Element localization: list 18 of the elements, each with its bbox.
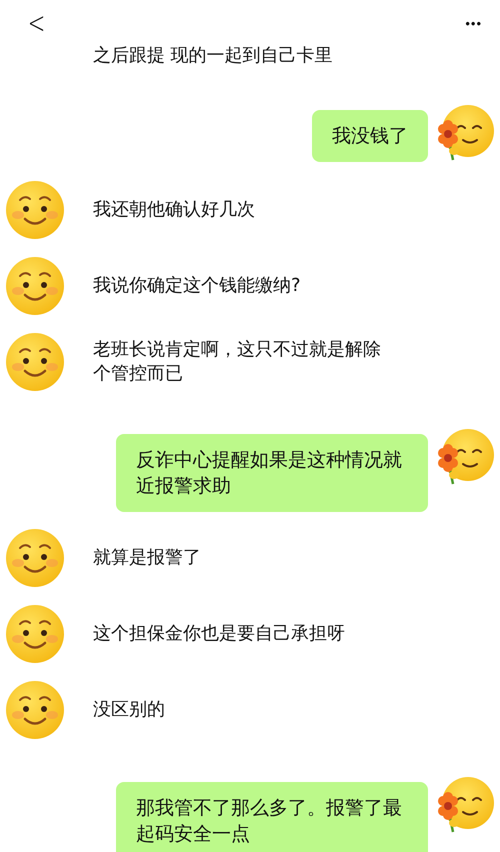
smiley-avatar: [5, 604, 65, 664]
back-button[interactable]: <: [28, 6, 46, 40]
smiley-avatar: [5, 332, 65, 392]
message-bubble: 反诈中心提醒如果是这种情况就近报警求助: [116, 434, 428, 512]
smiley-avatar: [5, 256, 65, 316]
message-text: 之后跟提 现的一起到自己卡里: [93, 44, 333, 68]
smiley-avatar: [5, 680, 65, 740]
message-bubble: 我没钱了: [312, 110, 428, 162]
message-text: 没区别的: [93, 698, 165, 722]
smiley-avatar: [5, 528, 65, 588]
message-text: 我还朝他确认好几次: [93, 198, 255, 222]
smiley-avatar: [5, 180, 65, 240]
message-text: 老班长说肯定啊，这只不过就是解除个管控而已: [93, 338, 382, 386]
message-bubble: 那我管不了那么多了。报警了最起码安全一点: [116, 782, 428, 852]
more-button[interactable]: •••: [465, 16, 482, 30]
message-text: 我说你确定这个钱能缴纳?: [93, 274, 301, 298]
message-text: 这个担保金你也是要自己承担呀: [93, 622, 345, 646]
message-text: 就算是报警了: [93, 546, 201, 570]
